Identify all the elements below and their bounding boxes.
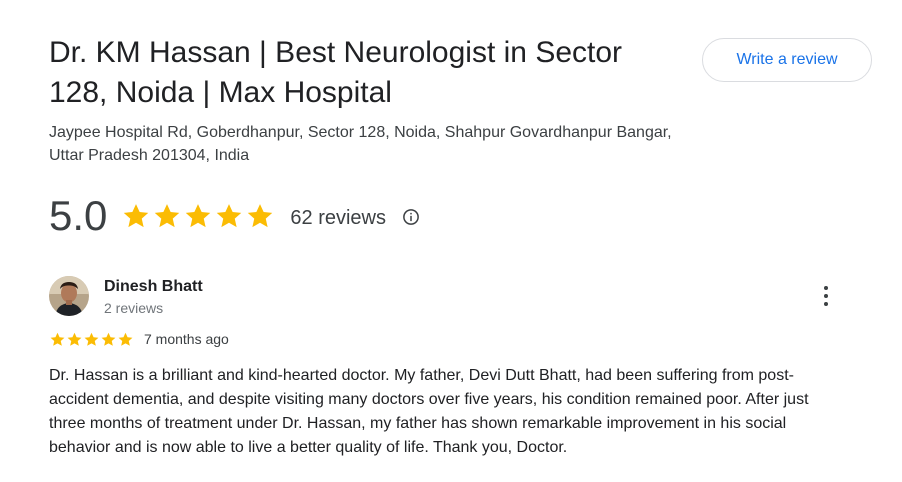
rating-stars <box>121 201 276 231</box>
more-vert-icon[interactable] <box>814 282 838 310</box>
avatar[interactable] <box>49 276 89 316</box>
review-rating-row: 7 months ago <box>49 330 229 348</box>
star-icon <box>50 332 65 346</box>
reviewer-header: Dinesh Bhatt 2 reviews <box>49 276 203 318</box>
review-text: Dr. Hassan is a brilliant and kind-heart… <box>49 367 809 456</box>
review-stars <box>49 331 134 348</box>
star-icon <box>186 204 211 228</box>
star-icon <box>248 204 273 228</box>
star-icon <box>118 332 133 346</box>
write-review-button[interactable]: Write a review <box>702 38 872 82</box>
reviewer-info: Dinesh Bhatt 2 reviews <box>104 276 203 318</box>
place-address: Jaypee Hospital Rd, Goberdhanpur, Sector… <box>49 124 672 164</box>
star-icon <box>217 204 242 228</box>
reviewer-name[interactable]: Dinesh Bhatt <box>104 277 203 297</box>
review-date: 7 months ago <box>144 331 229 347</box>
rating-score: 5.0 <box>49 192 108 239</box>
star-icon <box>67 332 82 346</box>
star-icon <box>155 204 180 228</box>
reviewer-review-count: 2 reviews <box>104 300 164 316</box>
overall-rating: 5.0 62 reviews <box>49 190 420 242</box>
info-icon[interactable] <box>402 208 420 226</box>
star-icon <box>84 332 99 346</box>
review-page: Dr. KM Hassan | Best Neurologist in Sect… <box>0 0 902 482</box>
place-title: Dr. KM Hassan | Best Neurologist in Sect… <box>49 36 623 109</box>
reviews-count[interactable]: 62 reviews <box>290 203 386 230</box>
star-icon <box>124 204 149 228</box>
star-icon <box>101 332 116 346</box>
